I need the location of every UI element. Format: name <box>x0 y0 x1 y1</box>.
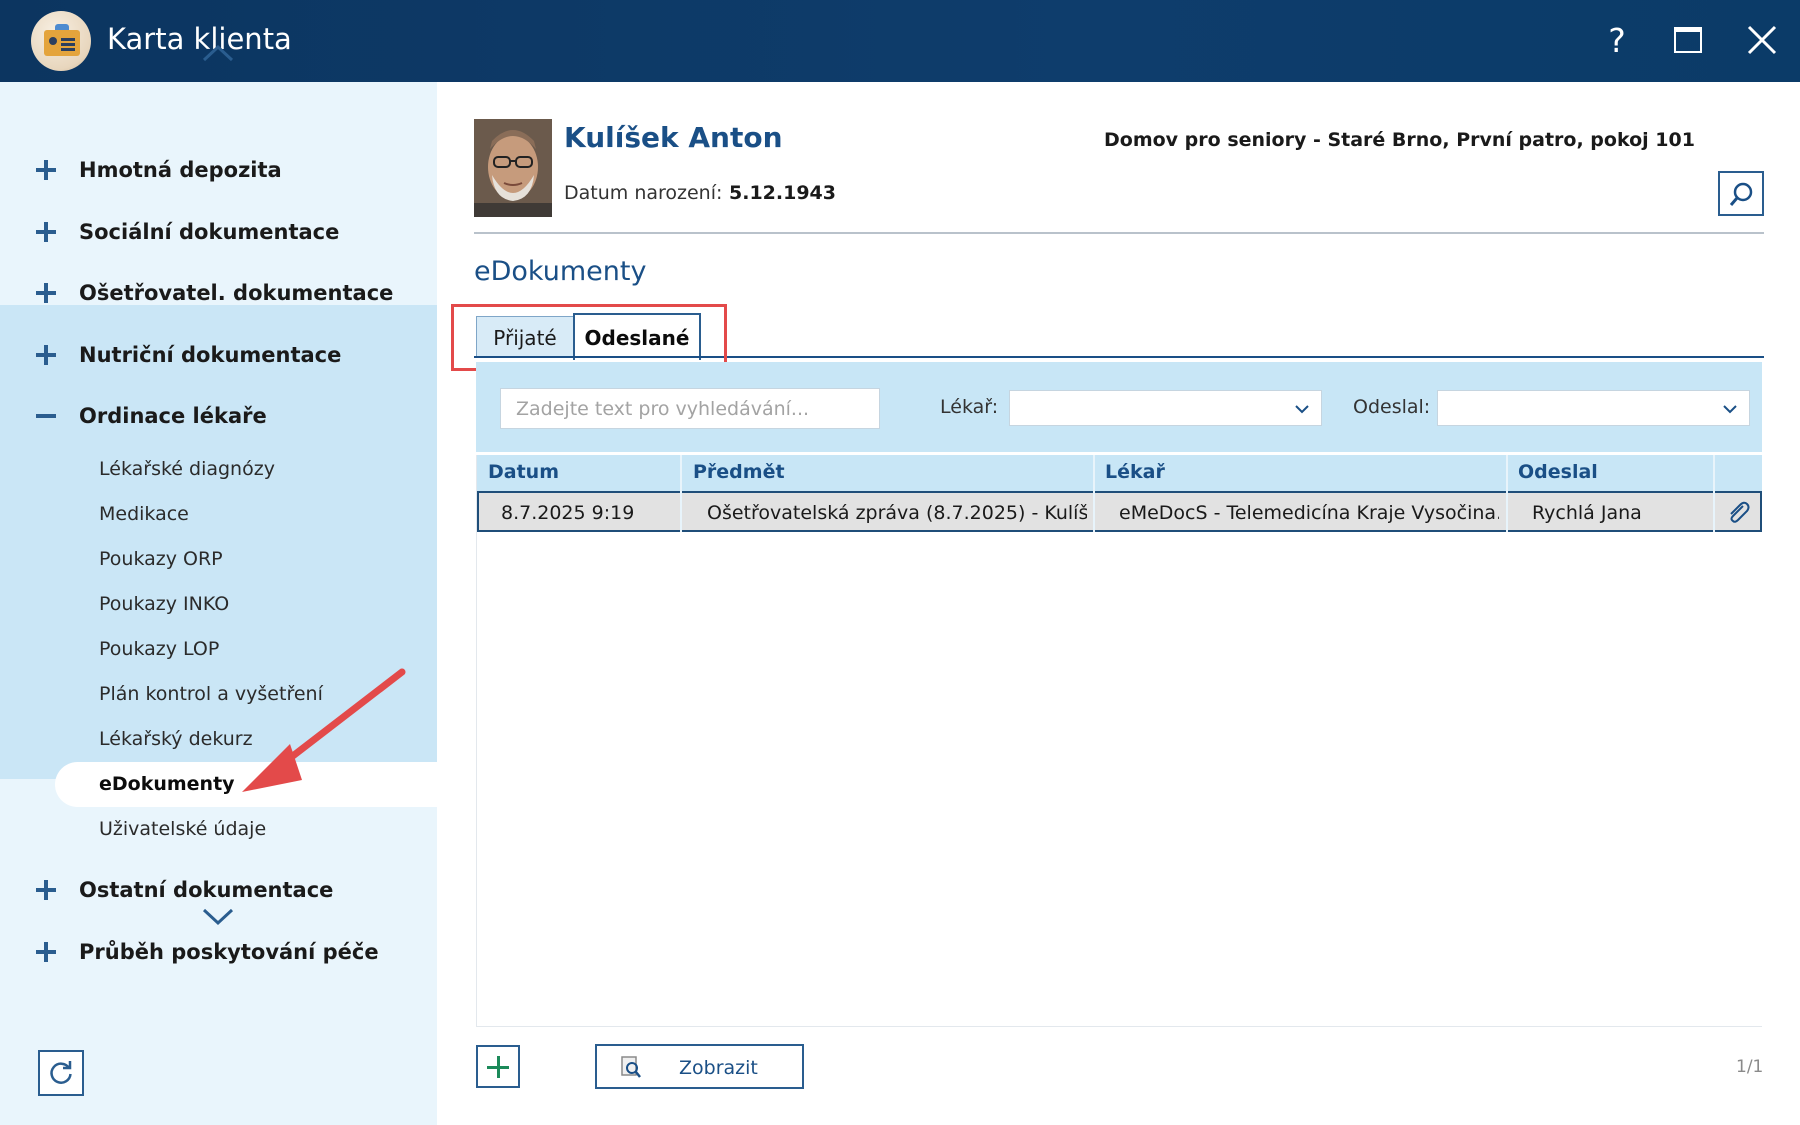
sidebar-section-ordinace-lekare[interactable]: Ordinace lékaře <box>0 390 437 442</box>
doctor-filter-label: Lékař: <box>940 396 999 418</box>
header-divider <box>474 232 1764 234</box>
sidebar-section-label: Ordinace lékaře <box>79 404 267 428</box>
sender-select[interactable] <box>1437 390 1750 426</box>
cell-lekar: eMeDocS - Telemedicína Kraje Vysočina... <box>1119 502 1499 524</box>
sender-filter-label: Odeslal: <box>1353 396 1431 418</box>
expand-plus-icon <box>36 159 58 181</box>
scroll-down-chevron-icon[interactable] <box>200 904 236 928</box>
collapse-minus-icon <box>36 405 58 427</box>
column-separator <box>680 455 682 532</box>
show-button-label: Zobrazit <box>679 1057 758 1079</box>
search-input[interactable] <box>500 388 880 429</box>
sidebar-section-nutricni-dokumentace[interactable]: Nutriční dokumentace <box>0 329 437 381</box>
column-separator <box>1093 455 1095 532</box>
sidebar-section-label: Nutriční dokumentace <box>79 343 342 367</box>
sidebar-section-label: Průběh poskytování péče <box>79 940 379 964</box>
sidebar-item-medikace[interactable]: Medikace <box>99 503 189 525</box>
client-search-button[interactable] <box>1718 171 1764 216</box>
sidebar-section-label: Hmotná depozita <box>79 158 282 182</box>
sidebar-item-poukazy-orp[interactable]: Poukazy ORP <box>99 548 223 570</box>
sidebar-section-hmotna-depozita[interactable]: Hmotná depozita <box>0 144 437 196</box>
document-preview-icon <box>621 1056 641 1078</box>
column-header-datum[interactable]: Datum <box>488 461 559 483</box>
expand-plus-icon <box>36 344 58 366</box>
client-card-app-icon <box>31 11 91 71</box>
sidebar-item-edokumenty[interactable]: eDokumenty <box>99 773 235 795</box>
attachment-paperclip-icon[interactable] <box>1726 499 1750 525</box>
add-document-button[interactable] <box>476 1045 520 1088</box>
expand-plus-icon <box>36 879 58 901</box>
pager: 1/1 <box>1736 1057 1764 1077</box>
title-bar: Karta klienta ? <box>0 0 1800 82</box>
documents-table <box>476 455 1762 1027</box>
cell-odeslal: Rychlá Jana <box>1532 502 1642 524</box>
cell-predmet: Ošetřovatelská zpráva (8.7.2025) - Kulíš… <box>707 502 1087 524</box>
expand-plus-icon <box>36 941 58 963</box>
sidebar-section-label: Ostatní dokumentace <box>79 878 334 902</box>
expand-plus-icon <box>36 221 58 243</box>
sidebar-item-lekarske-diagnozy[interactable]: Lékařské diagnózy <box>99 458 275 480</box>
red-arrow-annotation <box>242 668 406 792</box>
sidebar-item-poukazy-lop[interactable]: Poukazy LOP <box>99 638 219 660</box>
sidebar-section-socialni-dokumentace[interactable]: Sociální dokumentace <box>0 206 437 258</box>
sidebar-section-label: Sociální dokumentace <box>79 220 340 244</box>
maximize-icon <box>1674 27 1702 53</box>
refresh-icon <box>50 1061 72 1084</box>
chevron-down-icon <box>1723 405 1737 414</box>
search-icon <box>1729 182 1753 206</box>
column-header-lekar[interactable]: Lékař <box>1105 461 1165 483</box>
column-header-predmet[interactable]: Předmět <box>693 461 785 483</box>
sidebar-item-poukazy-inko[interactable]: Poukazy INKO <box>99 593 229 615</box>
close-icon <box>1747 25 1777 55</box>
cell-datum: 8.7.2025 9:19 <box>501 502 635 524</box>
maximize-button[interactable] <box>1666 18 1710 62</box>
doctor-select[interactable] <box>1009 390 1322 426</box>
column-separator <box>1713 455 1715 532</box>
column-header-odeslal[interactable]: Odeslal <box>1518 461 1598 483</box>
close-button[interactable] <box>1740 18 1784 62</box>
refresh-button[interactable] <box>38 1050 84 1096</box>
expand-plus-icon <box>36 282 58 304</box>
help-button[interactable]: ? <box>1595 18 1639 62</box>
sidebar-section-prubeh-pece[interactable]: Průběh poskytování péče <box>0 926 437 978</box>
show-document-button[interactable]: Zobrazit <box>595 1044 804 1089</box>
birth-date-label: Datum narození: <box>564 182 723 204</box>
client-location: Domov pro seniory - Staré Brno, První pa… <box>1104 129 1695 151</box>
column-separator <box>1506 455 1508 532</box>
sidebar-section-osetrovatel-dokumentace[interactable]: Ošetřovatel. dokumentace <box>0 267 437 319</box>
client-name: Kulíšek Anton <box>564 121 783 154</box>
client-photo <box>474 119 552 217</box>
sidebar-section-label: Ošetřovatel. dokumentace <box>79 281 394 305</box>
chevron-down-icon <box>1295 405 1309 414</box>
tabs-annotation-box <box>451 304 727 371</box>
scroll-up-chevron-icon[interactable] <box>200 42 236 66</box>
sidebar-item-uzivatelske-udaje[interactable]: Uživatelské údaje <box>99 818 266 840</box>
page-title: eDokumenty <box>474 256 647 287</box>
birth-date-value: 5.12.1943 <box>729 182 836 204</box>
